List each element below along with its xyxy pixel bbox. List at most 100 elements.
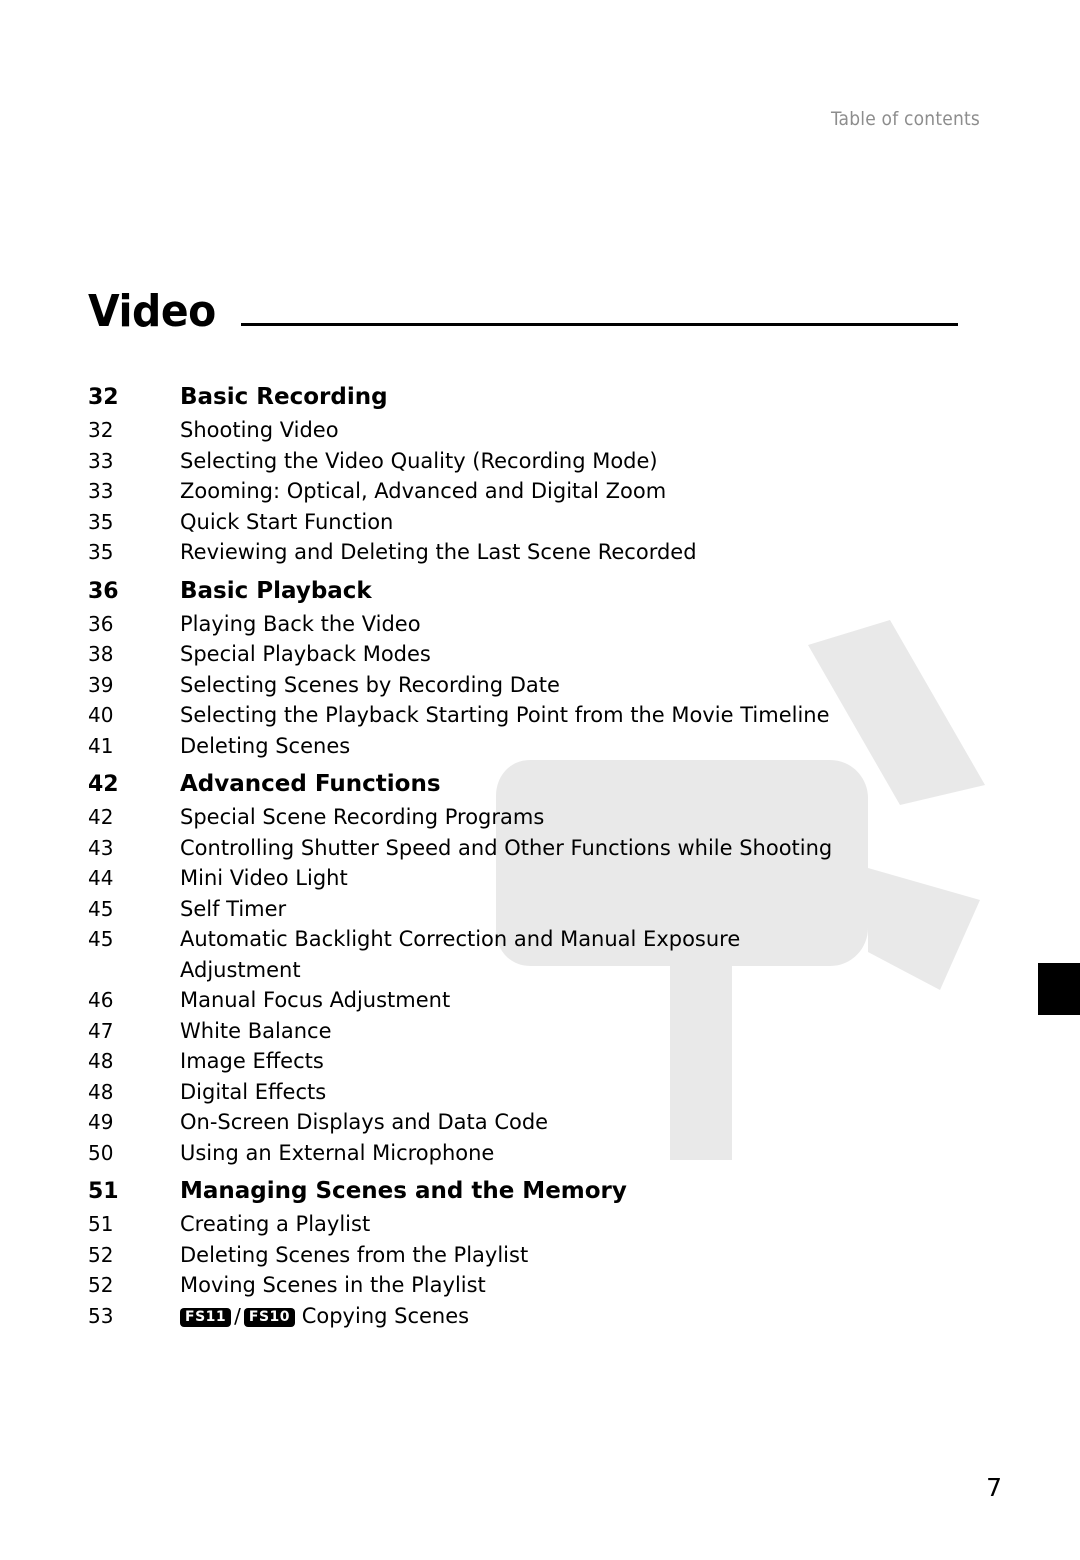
toc-entry-label: Copying Scenes (301, 1303, 470, 1328)
toc-section-page: 42 (88, 772, 119, 797)
toc-entry[interactable]: 32 Shooting Video (88, 415, 988, 446)
toc-entry-label: Special Scene Recording Programs (180, 805, 545, 829)
toc-entry-page: 52 (88, 1273, 114, 1297)
toc-section-heading[interactable]: 42 Advanced Functions (88, 767, 988, 802)
toc-section-title: Managing Scenes and the Memory (180, 1178, 627, 1204)
toc-entry[interactable]: 33 Selecting the Video Quality (Recordin… (88, 446, 988, 477)
toc-entry[interactable]: 51 Creating a Playlist (88, 1209, 988, 1240)
edge-thumb-tab (1038, 963, 1080, 1015)
toc-entry-page: 45 (88, 896, 114, 921)
toc-section-title: Advanced Functions (180, 771, 441, 797)
toc-entry[interactable]: 36 Playing Back the Video (88, 609, 988, 640)
toc-entry[interactable]: 43 Controlling Shutter Speed and Other F… (88, 833, 988, 864)
toc-entry-page: 40 (88, 703, 114, 727)
toc-entry-page: 33 (88, 448, 114, 473)
toc-entry-page: 48 (88, 1049, 114, 1073)
toc-entry-page: 41 (88, 733, 114, 758)
toc-entry[interactable]: 48 Digital Effects (88, 1077, 988, 1108)
table-of-contents: 32 Basic Recording 32 Shooting Video 33 … (88, 374, 988, 1331)
toc-entry[interactable]: 40 Selecting the Playback Starting Point… (88, 700, 988, 731)
toc-entry-label: Automatic Backlight Correction and Manua… (180, 927, 741, 951)
toc-entry-label: Mini Video Light (180, 866, 348, 890)
model-badge-fs10: FS10 (243, 1307, 296, 1327)
toc-entry-label: On-Screen Displays and Data Code (180, 1110, 549, 1134)
toc-section-heading[interactable]: 36 Basic Playback (88, 574, 988, 609)
toc-entry-label: Moving Scenes in the Playlist (180, 1273, 486, 1297)
toc-entry-label: Controlling Shutter Speed and Other Func… (180, 835, 833, 860)
toc-entry-continuation[interactable]: Adjustment (88, 955, 988, 986)
toc-entry-page: 50 (88, 1140, 114, 1165)
toc-entry-label: Deleting Scenes from the Playlist (180, 1242, 529, 1267)
toc-entry-label: Creating a Playlist (180, 1212, 371, 1236)
toc-entry-label: Zooming: Optical, Advanced and Digital Z… (180, 479, 667, 503)
toc-section-heading[interactable]: 32 Basic Recording (88, 380, 988, 415)
toc-entry-label: Deleting Scenes (180, 733, 351, 758)
toc-section-page: 32 (88, 385, 119, 410)
toc-entry-label: White Balance (180, 1018, 332, 1043)
toc-entry-page: 51 (88, 1212, 114, 1236)
toc-entry-label: Using an External Microphone (180, 1140, 495, 1165)
toc-entry-label: Reviewing and Deleting the Last Scene Re… (180, 540, 697, 564)
page-number: 7 (986, 1473, 1002, 1502)
toc-section: 36 Basic Playback 36 Playing Back the Vi… (88, 574, 988, 762)
toc-entry-label: Special Playback Modes (180, 642, 431, 666)
toc-section-page: 36 (88, 578, 119, 604)
toc-entry[interactable]: 52 Deleting Scenes from the Playlist (88, 1240, 988, 1271)
toc-entry-page: 47 (88, 1018, 114, 1043)
toc-entry[interactable]: 49 On-Screen Displays and Data Code (88, 1107, 988, 1138)
toc-entry[interactable]: 52 Moving Scenes in the Playlist (88, 1270, 988, 1301)
toc-entry-page: 48 (88, 1079, 114, 1104)
toc-entry-page: 45 (88, 927, 114, 951)
toc-entry-label: Shooting Video (180, 418, 339, 442)
toc-entry-label: Selecting the Video Quality (Recording M… (180, 448, 658, 473)
toc-entry-label: Selecting Scenes by Recording Date (180, 672, 560, 697)
toc-entry-label: Self Timer (180, 896, 287, 921)
chapter-heading: Video (88, 290, 958, 334)
chapter-title: Video (88, 286, 216, 337)
toc-entry-page: 36 (88, 611, 114, 636)
toc-entry-page: 53 (88, 1303, 114, 1328)
chapter-rule (241, 323, 958, 326)
toc-entry[interactable]: 33 Zooming: Optical, Advanced and Digita… (88, 476, 988, 507)
toc-entry[interactable]: 46 Manual Focus Adjustment (88, 985, 988, 1016)
toc-entry[interactable]: 35 Reviewing and Deleting the Last Scene… (88, 537, 988, 568)
model-badge-fs11: FS11 (180, 1307, 232, 1327)
toc-entry-page: 52 (88, 1242, 114, 1267)
toc-entry-page: 42 (88, 805, 114, 829)
toc-section: 51 Managing Scenes and the Memory 51 Cre… (88, 1174, 988, 1331)
running-header: Table of contents (831, 108, 980, 130)
badge-separator: / (234, 1303, 241, 1328)
toc-section-page: 51 (88, 1179, 119, 1204)
toc-entry-label: Manual Focus Adjustment (180, 988, 451, 1012)
toc-entry-page: 35 (88, 509, 114, 534)
toc-entry-label: Selecting the Playback Starting Point fr… (180, 703, 830, 727)
toc-entry[interactable]: 41 Deleting Scenes (88, 731, 988, 762)
toc-entry[interactable]: 42 Special Scene Recording Programs (88, 802, 988, 833)
toc-entry-label: Adjustment (180, 957, 301, 982)
toc-entry[interactable]: 39 Selecting Scenes by Recording Date (88, 670, 988, 701)
toc-entry-page: 33 (88, 479, 114, 503)
toc-section-heading[interactable]: 51 Managing Scenes and the Memory (88, 1174, 988, 1209)
toc-section-title: Basic Playback (180, 577, 372, 604)
toc-section: 42 Advanced Functions 42 Special Scene R… (88, 767, 988, 1168)
toc-entry[interactable]: 50 Using an External Microphone (88, 1138, 988, 1169)
toc-entry-page: 43 (88, 835, 114, 860)
toc-entry[interactable]: 47 White Balance (88, 1016, 988, 1047)
toc-entry-page: 44 (88, 866, 114, 890)
toc-entry[interactable]: 38 Special Playback Modes (88, 639, 988, 670)
toc-section-title: Basic Recording (180, 384, 388, 410)
toc-entry-label: Image Effects (180, 1049, 324, 1073)
toc-entry-label: Quick Start Function (180, 509, 394, 534)
toc-entry-label: Playing Back the Video (180, 611, 421, 636)
toc-entry[interactable]: 48 Image Effects (88, 1046, 988, 1077)
toc-entry[interactable]: 44 Mini Video Light (88, 863, 988, 894)
toc-entry-page: 39 (88, 672, 114, 697)
toc-section: 32 Basic Recording 32 Shooting Video 33 … (88, 380, 988, 568)
toc-entry-with-model-badges[interactable]: 53 FS11/FS10 Copying Scenes (88, 1301, 988, 1332)
toc-entry-page: 38 (88, 642, 114, 666)
toc-entry[interactable]: 45 Self Timer (88, 894, 988, 925)
toc-entry[interactable]: 45 Automatic Backlight Correction and Ma… (88, 924, 988, 955)
toc-entry-page: 35 (88, 540, 114, 564)
toc-entry[interactable]: 35 Quick Start Function (88, 507, 988, 538)
toc-entry-page: 32 (88, 418, 114, 442)
